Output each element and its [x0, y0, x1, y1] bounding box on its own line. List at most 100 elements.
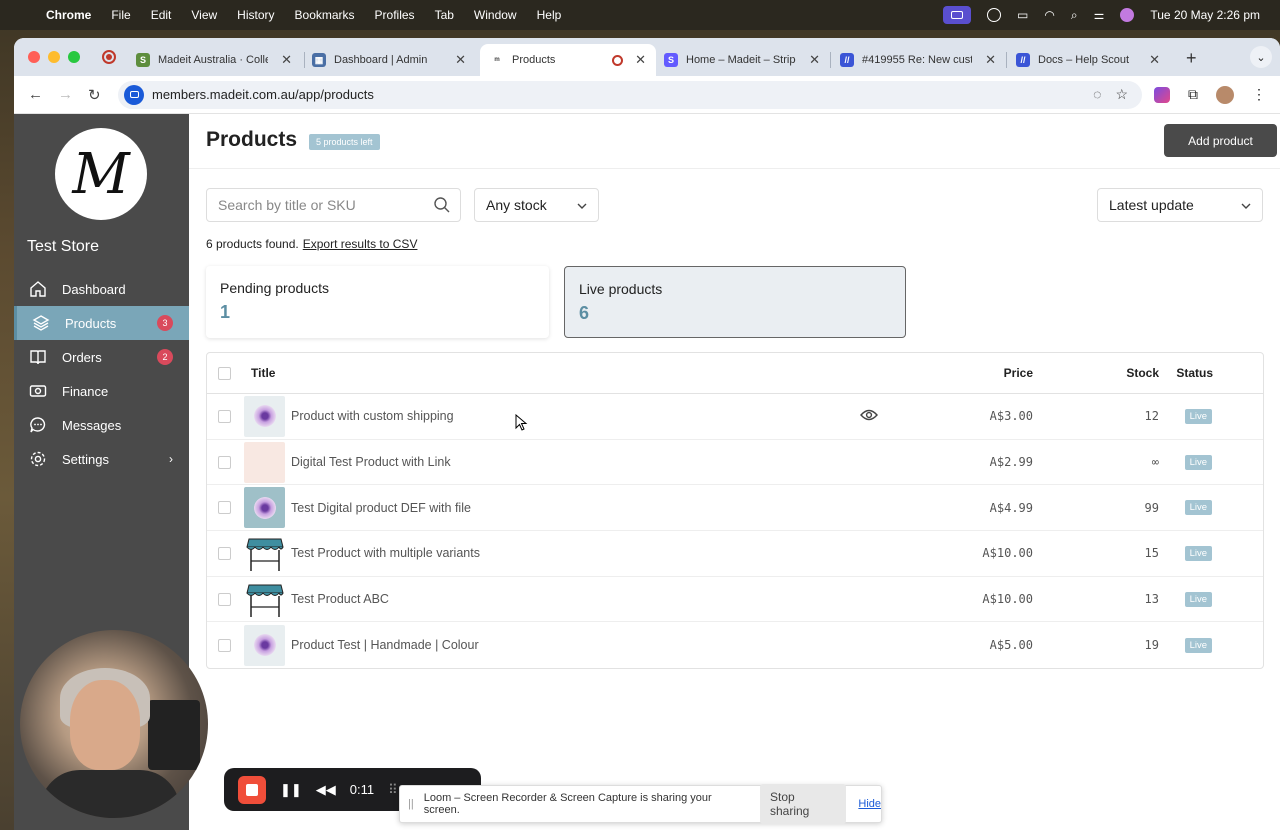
column-status[interactable]: Status	[1176, 366, 1213, 380]
close-tab-icon[interactable]: ✕	[281, 52, 292, 68]
pause-icon[interactable]: ❚❚	[280, 782, 302, 798]
battery-icon[interactable]: ▭	[1017, 8, 1028, 22]
eye-off-icon[interactable]: ◌	[1093, 86, 1101, 103]
row-checkbox[interactable]	[218, 409, 231, 423]
eye-icon[interactable]	[860, 408, 878, 425]
extensions-puzzle-icon[interactable]: ⧉	[1188, 86, 1198, 103]
product-thumbnail[interactable]	[244, 487, 285, 529]
loom-tray-icon[interactable]	[987, 8, 1002, 22]
sidebar-item-settings[interactable]: Settings ›	[14, 442, 189, 476]
siri-icon[interactable]	[1120, 8, 1135, 22]
table-row[interactable]: Product with custom shipping A$3.00 12 L…	[207, 394, 1263, 440]
menu-window[interactable]: Window	[474, 8, 517, 22]
store-logo[interactable]: M	[55, 128, 147, 220]
table-row[interactable]: Test Digital product DEF with file A$4.9…	[207, 485, 1263, 532]
tab-helpscout-ticket[interactable]: // #419955 Re: New custo ✕	[830, 44, 1006, 76]
reload-icon[interactable]: ↻	[88, 86, 104, 104]
recording-indicator-icon[interactable]	[102, 50, 116, 64]
close-tab-icon[interactable]: ✕	[1149, 52, 1160, 68]
close-tab-icon[interactable]: ✕	[455, 52, 466, 68]
address-bar[interactable]: members.madeit.com.au/app/products ◌ ☆	[118, 80, 1142, 109]
product-thumbnail[interactable]	[244, 395, 285, 437]
product-thumbnail[interactable]	[244, 624, 285, 666]
menu-edit[interactable]: Edit	[151, 8, 172, 22]
menu-profiles[interactable]: Profiles	[375, 8, 415, 22]
row-checkbox[interactable]	[218, 455, 231, 469]
tab-madeit-collections[interactable]: S Madeit Australia · Collec ✕	[126, 44, 302, 76]
drag-handle-icon[interactable]: ⠿	[388, 782, 398, 798]
table-row[interactable]: Product Test | Handmade | Colour A$5.00 …	[207, 622, 1263, 668]
column-stock[interactable]: Stock	[1126, 366, 1159, 380]
table-row[interactable]: Digital Test Product with Link A$2.99 ∞ …	[207, 440, 1263, 486]
export-csv-link[interactable]: Export results to CSV	[303, 237, 418, 251]
stop-sharing-button[interactable]: Stop sharing	[759, 784, 847, 824]
menu-history[interactable]: History	[237, 8, 274, 22]
site-info-icon[interactable]	[124, 84, 144, 105]
menu-app-name[interactable]: Chrome	[46, 8, 91, 22]
tab-helpscout-docs[interactable]: // Docs – Help Scout ✕	[1006, 44, 1170, 76]
row-checkbox[interactable]	[218, 592, 231, 606]
product-thumbnail[interactable]	[244, 441, 285, 483]
more-menu-icon[interactable]: ⋮	[1252, 86, 1266, 103]
select-all-checkbox[interactable]	[218, 366, 231, 380]
rewind-icon[interactable]: ◀◀	[316, 782, 336, 798]
back-icon[interactable]: ←	[28, 86, 44, 103]
drag-grip-icon[interactable]: ||	[408, 798, 414, 810]
new-tab-icon[interactable]: +	[1186, 48, 1197, 69]
column-price[interactable]: Price	[1004, 366, 1033, 380]
product-title[interactable]: Product Test | Handmade | Colour	[291, 638, 479, 652]
close-window-button[interactable]	[28, 51, 40, 63]
close-tab-icon[interactable]: ✕	[635, 52, 646, 68]
screen-record-icon[interactable]	[943, 6, 972, 24]
tab-dashboard-admin[interactable]: ▦ Dashboard | Admin ✕	[302, 44, 476, 76]
tab-stripe-home[interactable]: S Home – Madeit – Stripe ✕	[654, 44, 830, 76]
maximize-window-button[interactable]	[68, 51, 80, 63]
menu-view[interactable]: View	[191, 8, 217, 22]
extension-icon[interactable]	[1154, 86, 1170, 103]
menu-file[interactable]: File	[111, 8, 130, 22]
menu-help[interactable]: Help	[537, 8, 562, 22]
menu-clock[interactable]: Tue 20 May 2:26 pm	[1150, 8, 1260, 22]
product-title[interactable]: Test Product ABC	[291, 592, 389, 606]
row-checkbox[interactable]	[218, 546, 231, 560]
control-center-icon[interactable]: ⚌	[1094, 8, 1105, 22]
add-product-button[interactable]: Add product	[1164, 124, 1277, 157]
sidebar-item-dashboard[interactable]: Dashboard	[14, 272, 189, 306]
product-title[interactable]: Digital Test Product with Link	[291, 455, 451, 469]
table-row[interactable]: Test Product ABC A$10.00 13 Live	[207, 577, 1263, 623]
sidebar-item-orders[interactable]: Orders 2	[14, 340, 189, 374]
table-row[interactable]: Test Product with multiple variants A$10…	[207, 531, 1263, 577]
stock-filter-select[interactable]: Any stock	[474, 188, 599, 222]
hide-banner-link[interactable]: Hide	[858, 798, 881, 810]
minimize-window-button[interactable]	[48, 51, 60, 63]
loom-camera-bubble[interactable]	[20, 630, 208, 818]
sort-select[interactable]: Latest update	[1097, 188, 1263, 222]
product-title[interactable]: Product with custom shipping	[291, 409, 454, 423]
close-tab-icon[interactable]: ✕	[985, 52, 996, 68]
search-icon[interactable]	[433, 196, 451, 217]
menu-bookmarks[interactable]: Bookmarks	[295, 8, 355, 22]
product-title[interactable]: Test Digital product DEF with file	[291, 501, 471, 515]
row-checkbox[interactable]	[218, 501, 231, 515]
column-title[interactable]: Title	[251, 366, 275, 380]
profile-avatar[interactable]	[1216, 85, 1234, 104]
sidebar-item-messages[interactable]: Messages	[14, 408, 189, 442]
search-input[interactable]: Search by title or SKU	[206, 188, 461, 222]
product-thumbnail[interactable]	[244, 532, 285, 574]
product-title[interactable]: Test Product with multiple variants	[291, 546, 480, 560]
url-text[interactable]: members.madeit.com.au/app/products	[152, 87, 374, 102]
live-products-card[interactable]: Live products 6	[564, 266, 906, 338]
tab-search-chevron-icon[interactable]: ⌄	[1250, 46, 1272, 68]
row-checkbox[interactable]	[218, 638, 231, 652]
menu-tab[interactable]: Tab	[435, 8, 454, 22]
pending-products-card[interactable]: Pending products 1	[206, 266, 549, 338]
spotlight-search-icon[interactable]: ⌕	[1071, 8, 1078, 23]
bookmark-star-icon[interactable]: ☆	[1115, 86, 1128, 103]
wifi-icon[interactable]: ◠	[1044, 8, 1054, 22]
product-thumbnail[interactable]	[244, 578, 285, 620]
stop-recording-button[interactable]	[238, 775, 266, 804]
forward-icon[interactable]: →	[58, 86, 74, 103]
sidebar-item-finance[interactable]: Finance	[14, 374, 189, 408]
tab-products[interactable]: ᵐ Products ✕	[480, 44, 656, 76]
sidebar-item-products[interactable]: Products 3	[14, 306, 189, 340]
